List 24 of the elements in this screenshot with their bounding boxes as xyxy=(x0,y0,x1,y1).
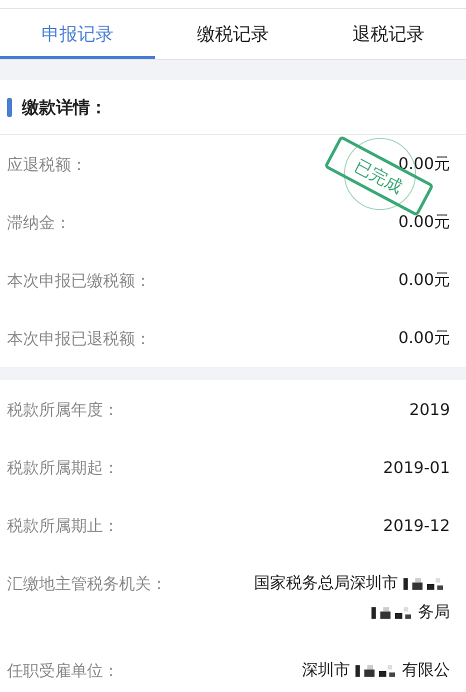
field-value: 国家税务总局深圳市 xyxy=(254,573,398,594)
field-value: 0.00元 xyxy=(398,328,450,349)
field-value: 0.00元 xyxy=(398,154,450,175)
field-value: 2019 xyxy=(409,400,450,419)
field-label: 税款所属年度： xyxy=(7,399,119,421)
field-value: 0.00元 xyxy=(398,212,450,233)
section-title: 缴款详情： xyxy=(22,96,107,118)
field-label: 滞纳金： xyxy=(7,212,71,234)
field-value: 务局 xyxy=(418,602,450,623)
field-label: 本次申报已退税额： xyxy=(7,328,151,350)
field-value: 2019-01 xyxy=(383,458,450,477)
field-label: 本次申报已缴税额： xyxy=(7,270,151,292)
field-value: 2019-12 xyxy=(383,516,450,535)
field-label: 税款所属期起： xyxy=(7,457,119,479)
field-value: 有限公 xyxy=(402,660,450,681)
tab[interactable]: 缴税记录 xyxy=(155,9,311,59)
field-label: 应退税额： xyxy=(7,154,87,176)
field-label: 税款所属期止： xyxy=(7,515,119,537)
tab[interactable]: 退税记录 xyxy=(310,9,466,59)
accent-bar xyxy=(7,98,12,116)
field-label: 汇缴地主管税务机关： xyxy=(7,573,167,595)
field-label: 任职受雇单位： xyxy=(7,660,119,682)
field-value: 0.00元 xyxy=(398,270,450,291)
field-value: 深圳市 xyxy=(302,660,350,681)
